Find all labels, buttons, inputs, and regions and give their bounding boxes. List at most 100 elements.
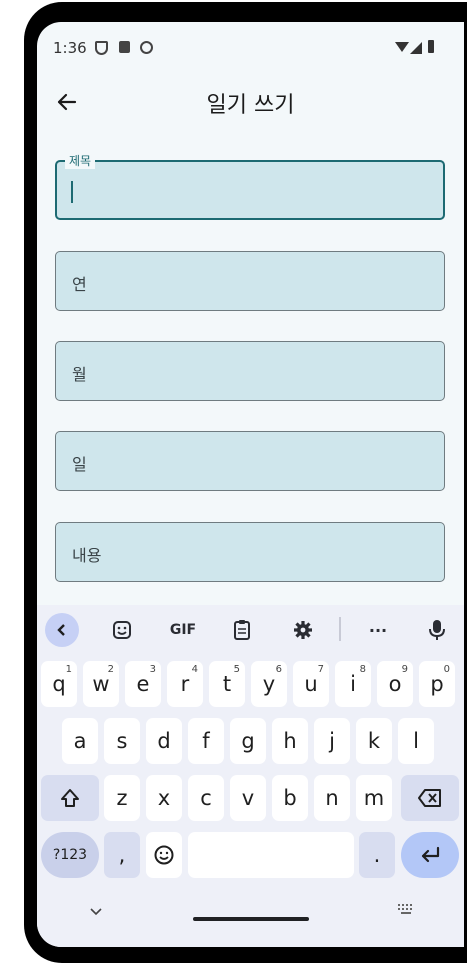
key-g[interactable]: g (230, 718, 266, 764)
sticker-icon (113, 621, 131, 639)
key-m[interactable]: m (356, 775, 392, 821)
keyboard-icon (398, 904, 412, 914)
key-hint: 1 (65, 664, 72, 675)
status-bar: 1:36 (37, 22, 464, 74)
content-field[interactable]: 내용 (55, 522, 445, 582)
key-a[interactable]: a (62, 718, 98, 764)
shift-icon (61, 789, 79, 807)
status-time: 1:36 (53, 39, 87, 57)
month-field[interactable]: 월 (55, 341, 445, 401)
year-placeholder: 연 (72, 275, 87, 294)
settings-button[interactable] (292, 617, 314, 643)
key-label: q (52, 672, 66, 696)
soft-keyboard: GIF ··· q 1 w 2 e 3 r 4 t 5 y 6 u 7 i 8 … (37, 605, 464, 947)
key-h[interactable]: h (272, 718, 308, 764)
key-label: y (262, 672, 276, 696)
keyboard-toolbar: GIF ··· (37, 605, 464, 655)
title-field[interactable]: 제목 (55, 152, 445, 220)
clipboard-button[interactable] (231, 617, 253, 643)
page-title: 일기 쓰기 (206, 93, 295, 118)
day-field[interactable]: 일 (55, 431, 445, 491)
clipboard-icon (234, 620, 250, 640)
key-x[interactable]: x (146, 775, 182, 821)
key-v[interactable]: v (230, 775, 266, 821)
key-label: e (136, 672, 150, 696)
key-f[interactable]: f (188, 718, 224, 764)
key-label: w (92, 672, 110, 696)
key-e[interactable]: e3 (125, 661, 161, 707)
key-hint: 6 (275, 664, 282, 675)
symbols-key[interactable]: ?123 (41, 832, 99, 878)
key-hint: 2 (107, 664, 114, 675)
key-hint: 3 (149, 664, 156, 675)
hide-keyboard-button[interactable] (89, 905, 103, 921)
title-field-label: 제목 (65, 152, 96, 169)
key-label: p (430, 672, 444, 696)
text-cursor (71, 181, 73, 203)
sticker-button[interactable] (109, 617, 135, 643)
chevron-down-icon (90, 908, 102, 916)
key-row-1: q1 w2 e3 r4 t5 y6 u7 i8 o9 p0 (37, 661, 464, 709)
key-i[interactable]: i8 (335, 661, 371, 707)
backspace-icon (418, 789, 441, 807)
sync-icon (140, 41, 153, 54)
key-hint: 4 (191, 664, 198, 675)
key-row-4: ?123 , . (37, 832, 464, 880)
key-w[interactable]: w2 (83, 661, 119, 707)
key-label: t (222, 672, 232, 696)
key-hint: 5 (233, 664, 240, 675)
key-l[interactable]: l (398, 718, 434, 764)
key-b[interactable]: b (272, 775, 308, 821)
key-hint: 9 (401, 664, 408, 675)
shield-icon (95, 41, 108, 55)
key-c[interactable]: c (188, 775, 224, 821)
screen: 1:36 일기 쓰기 제목 연 월 일 내용 GIF ··· q 1 w 2 e… (37, 22, 464, 947)
top-app-bar: 일기 쓰기 (37, 74, 464, 130)
cellular-icon (410, 42, 422, 54)
key-k[interactable]: k (356, 718, 392, 764)
voice-input-button[interactable] (427, 617, 447, 643)
key-r[interactable]: r4 (167, 661, 203, 707)
key-o[interactable]: o9 (377, 661, 413, 707)
key-z[interactable]: z (104, 775, 140, 821)
day-placeholder: 일 (72, 455, 87, 474)
key-row-3: z x c v b n m (37, 775, 464, 823)
comma-key[interactable]: , (104, 832, 140, 878)
keyboard-switch-button[interactable] (397, 903, 415, 918)
enter-key[interactable] (401, 832, 459, 878)
key-u[interactable]: u7 (293, 661, 329, 707)
key-n[interactable]: n (314, 775, 350, 821)
key-p[interactable]: p0 (419, 661, 455, 707)
key-label: r (180, 672, 190, 696)
key-s[interactable]: s (104, 718, 140, 764)
key-hint: 8 (359, 664, 366, 675)
key-d[interactable]: d (146, 718, 182, 764)
key-label: i (350, 672, 356, 696)
gif-button[interactable]: GIF (165, 617, 201, 643)
key-row-2: a s d f g h j k l (37, 718, 464, 766)
month-placeholder: 월 (72, 365, 87, 384)
enter-icon (421, 846, 440, 863)
key-q[interactable]: q1 (41, 661, 77, 707)
wifi-icon (395, 42, 409, 52)
emoji-key[interactable] (146, 832, 182, 878)
space-key[interactable] (188, 832, 354, 878)
sd-card-icon (119, 41, 130, 53)
battery-icon (428, 40, 434, 53)
shift-key[interactable] (41, 775, 99, 821)
more-button[interactable]: ··· (366, 617, 390, 643)
key-label: u (304, 672, 318, 696)
key-label: o (388, 672, 402, 696)
chevron-left-icon (57, 624, 65, 636)
key-hint: 7 (317, 664, 324, 675)
key-y[interactable]: y6 (251, 661, 287, 707)
collapse-toolbar-button[interactable] (45, 613, 79, 647)
home-gesture-handle[interactable] (193, 917, 309, 921)
key-j[interactable]: j (314, 718, 350, 764)
year-field[interactable]: 연 (55, 251, 445, 311)
key-t[interactable]: t5 (209, 661, 245, 707)
content-placeholder: 내용 (72, 546, 102, 565)
backspace-key[interactable] (401, 775, 459, 821)
key-hint: 0 (443, 664, 450, 675)
period-key[interactable]: . (359, 832, 395, 878)
